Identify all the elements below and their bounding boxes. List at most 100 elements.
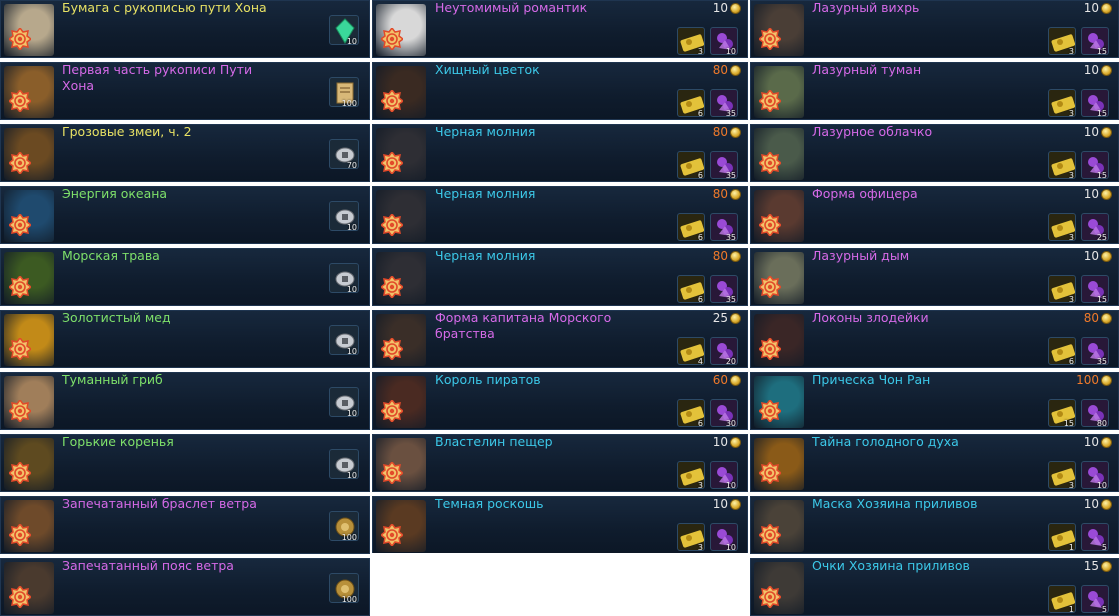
hongmoon-seal-icon	[9, 90, 31, 112]
cost-count: 10	[346, 37, 357, 45]
shop-item-card[interactable]: Хищный цветок 80 6 35	[372, 62, 748, 120]
item-name: Неутомимый романтик	[435, 0, 588, 15]
shop-item-card[interactable]: Король пиратов 60 6 30	[372, 372, 748, 430]
essence-icon: 15	[1081, 89, 1109, 117]
gold-coin-icon	[730, 126, 741, 138]
ticket-icon: 15	[1048, 399, 1076, 427]
shop-item-card[interactable]: Лазурное облачко 10 3 15	[750, 124, 1119, 182]
item-price: 10	[1084, 497, 1112, 511]
item-name: Черная молния	[435, 186, 536, 201]
shop-item-card[interactable]: Тайна голодного духа 10 3 10	[750, 434, 1119, 492]
silver-ingot-icon: 70	[329, 139, 359, 169]
price-value: 80	[712, 249, 728, 263]
item-thumbnail	[376, 190, 426, 242]
essence-icon: 15	[1081, 275, 1109, 303]
essence-count: 35	[725, 233, 736, 241]
hongmoon-seal-icon	[381, 90, 403, 112]
material-card[interactable]: Энергия океана 10	[0, 186, 370, 244]
essence-icon: 15	[1081, 151, 1109, 179]
item-thumbnail	[754, 128, 804, 180]
hongmoon-seal-icon	[9, 276, 31, 298]
cost-count: 10	[346, 285, 357, 293]
ticket-icon: 3	[1048, 27, 1076, 55]
gold-coin-icon	[1101, 250, 1112, 262]
essence-icon: 25	[1081, 213, 1109, 241]
material-card[interactable]: Первая часть рукописи Пути Хона 100	[0, 62, 370, 120]
essence-count: 35	[725, 295, 736, 303]
hongmoon-seal-icon	[381, 214, 403, 236]
shop-item-card[interactable]: Форма капитана Морского братства 25 4 20	[372, 310, 748, 368]
silver-ingot-icon: 10	[329, 387, 359, 417]
price-value: 10	[1083, 497, 1099, 511]
item-thumbnail	[754, 314, 804, 366]
item-name: Морская трава	[62, 248, 160, 263]
item-name: Горькие коренья	[62, 434, 174, 449]
essence-icon: 35	[710, 89, 738, 117]
ticket-icon: 3	[1048, 151, 1076, 179]
shop-item-card[interactable]: Властелин пещер 10 3 10	[372, 434, 748, 492]
gold-coin-icon	[1101, 374, 1112, 386]
item-price: 10	[1084, 125, 1112, 139]
hongmoon-seal-icon	[759, 276, 781, 298]
ticket-icon: 1	[1048, 523, 1076, 551]
essence-icon: 35	[710, 213, 738, 241]
item-thumbnail	[4, 190, 54, 242]
shop-item-card[interactable]: Темная роскошь 10 3 10	[372, 496, 748, 554]
ticket-count: 3	[697, 543, 703, 551]
shop-item-card[interactable]: Форма офицера 10 3 25	[750, 186, 1119, 244]
gold-coin-icon	[730, 374, 741, 386]
ticket-count: 6	[697, 419, 703, 427]
hongmoon-seal-icon	[9, 462, 31, 484]
ticket-count: 6	[697, 109, 703, 117]
material-card[interactable]: Морская трава 10	[0, 248, 370, 306]
material-card[interactable]: Горькие коренья 10	[0, 434, 370, 492]
item-name: Прическа Чон Ран	[812, 372, 931, 387]
hongmoon-seal-icon	[759, 524, 781, 546]
essence-count: 10	[725, 481, 736, 489]
item-thumbnail	[4, 4, 54, 56]
item-thumbnail	[4, 252, 54, 304]
item-price: 10	[1084, 249, 1112, 263]
material-card[interactable]: Запечатанный пояс ветра 100	[0, 558, 370, 616]
gold-pouch-icon: 100	[329, 573, 359, 603]
material-card[interactable]: Грозовые змеи, ч. 2 70	[0, 124, 370, 182]
hongmoon-seal-icon	[381, 28, 403, 50]
silver-ingot-icon: 10	[329, 449, 359, 479]
shop-item-card[interactable]: Локоны злодейки 80 6 35	[750, 310, 1119, 368]
item-name: Властелин пещер	[435, 434, 553, 449]
item-price: 15	[1084, 559, 1112, 573]
hongmoon-seal-icon	[9, 338, 31, 360]
material-card[interactable]: Бумага с рукописью пути Хона 10	[0, 0, 370, 58]
shop-item-card[interactable]: Лазурный дым 10 3 15	[750, 248, 1119, 306]
material-card[interactable]: Туманный гриб 10	[0, 372, 370, 430]
shop-item-card[interactable]: Неутомимый романтик 10 3 10	[372, 0, 748, 58]
shop-item-card[interactable]: Прическа Чон Ран 100 15 80	[750, 372, 1119, 430]
ticket-icon: 6	[677, 151, 705, 179]
shop-item-card[interactable]: Черная молния 80 6 35	[372, 124, 748, 182]
shop-item-card[interactable]: Очки Хозяина приливов 15 1 5	[750, 558, 1119, 616]
price-value: 15	[1083, 559, 1099, 573]
item-thumbnail	[376, 128, 426, 180]
material-card[interactable]: Запечатанный браслет ветра 100	[0, 496, 370, 554]
shop-item-card[interactable]: Черная молния 80 6 35	[372, 248, 748, 306]
shop-item-card[interactable]: Маска Хозяина приливов 10 1 5	[750, 496, 1119, 554]
hongmoon-seal-icon	[759, 400, 781, 422]
item-price: 80	[713, 249, 741, 263]
hongmoon-seal-icon	[9, 586, 31, 608]
emerald-icon: 10	[329, 15, 359, 45]
essence-count: 10	[725, 47, 736, 55]
gold-coin-icon	[1101, 126, 1112, 138]
item-thumbnail	[754, 252, 804, 304]
shop-item-card[interactable]: Лазурный туман 10 3 15	[750, 62, 1119, 120]
material-card[interactable]: Золотистый мед 10	[0, 310, 370, 368]
item-name: Лазурный туман	[812, 62, 922, 77]
shop-item-card[interactable]: Лазурный вихрь 10 3 15	[750, 0, 1119, 58]
gold-coin-icon	[1101, 2, 1112, 14]
price-value: 10	[1083, 435, 1099, 449]
ticket-count: 4	[697, 357, 703, 365]
item-name: Первая часть рукописи Пути Хона	[62, 62, 253, 93]
price-value: 10	[1083, 187, 1099, 201]
gold-coin-icon	[730, 250, 741, 262]
essence-icon: 15	[1081, 27, 1109, 55]
shop-item-card[interactable]: Черная молния 80 6 35	[372, 186, 748, 244]
